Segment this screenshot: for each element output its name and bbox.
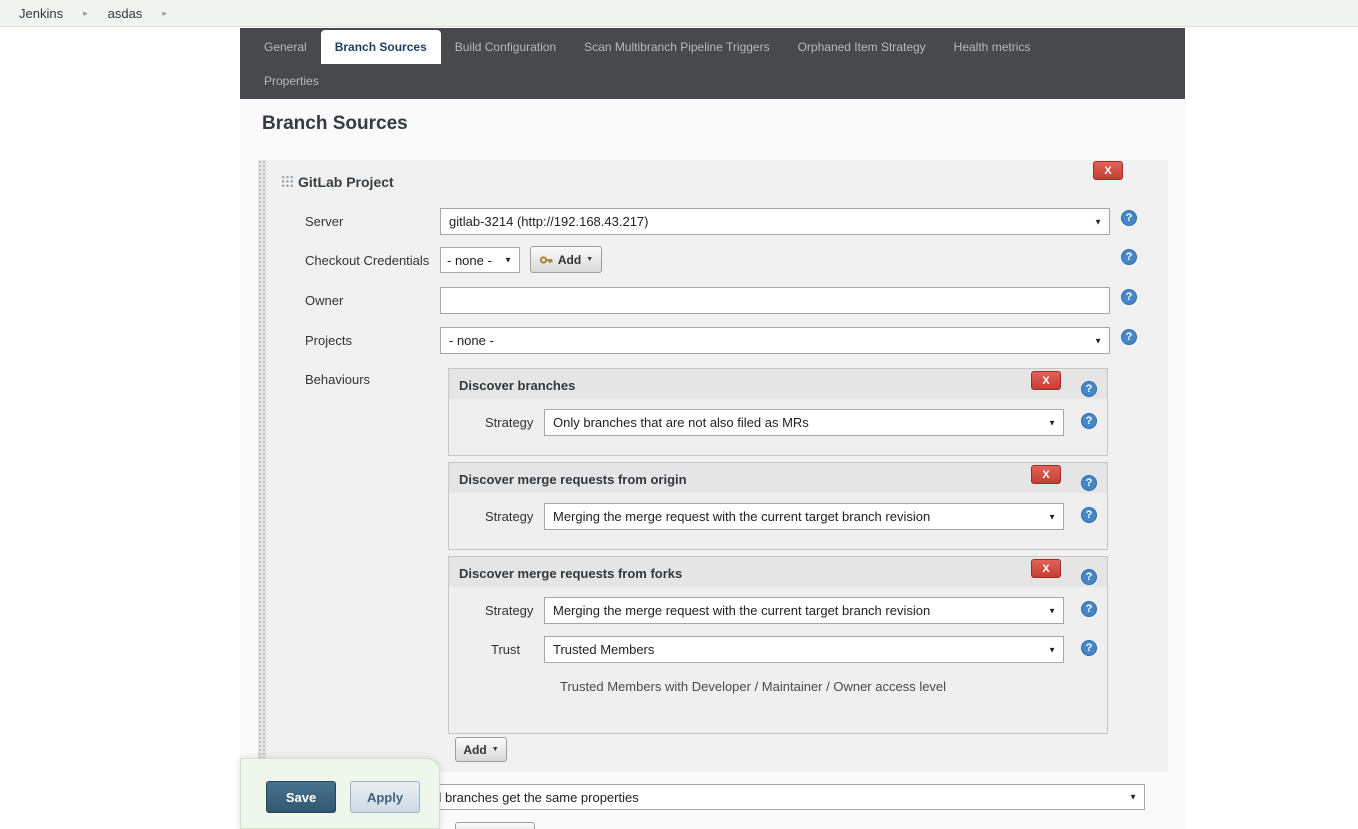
chevron-down-icon: ▼ bbox=[492, 746, 499, 753]
server-select[interactable]: gitlab-3214 (http://192.168.43.217) ▼ bbox=[440, 208, 1110, 235]
add-property-button-partial[interactable] bbox=[455, 822, 535, 829]
chevron-down-icon: ▼ bbox=[586, 256, 593, 263]
delete-discover-mr-origin-button[interactable]: X bbox=[1031, 465, 1061, 484]
behaviour-block-discover-mr-origin: Discover merge requests from origin X ? … bbox=[448, 462, 1108, 550]
add-credentials-label: Add bbox=[558, 253, 581, 267]
tab-build-configuration[interactable]: Build Configuration bbox=[441, 30, 570, 64]
delete-gitlab-project-button[interactable]: X bbox=[1093, 161, 1123, 180]
breadcrumb-item-jenkins[interactable]: Jenkins bbox=[19, 6, 63, 21]
strategy-help-icon[interactable]: ? bbox=[1081, 507, 1097, 523]
strategy-help-icon[interactable]: ? bbox=[1081, 413, 1097, 429]
tab-health-metrics[interactable]: Health metrics bbox=[940, 30, 1045, 64]
breadcrumb-separator-icon: ▸ bbox=[162, 8, 167, 19]
owner-help-icon[interactable]: ? bbox=[1121, 289, 1137, 305]
strategy-label: Strategy bbox=[485, 509, 533, 524]
tab-row-2: Properties bbox=[250, 66, 1185, 96]
breadcrumb-separator-icon: ▸ bbox=[83, 8, 88, 19]
tab-general[interactable]: General bbox=[250, 30, 321, 64]
trust-label: Trust bbox=[491, 642, 520, 657]
config-tab-bar: General Branch Sources Build Configurati… bbox=[240, 28, 1185, 99]
trust-select[interactable]: Trusted Members ▼ bbox=[544, 636, 1064, 663]
discover-branches-help-icon[interactable]: ? bbox=[1081, 381, 1097, 397]
content-area: Branch Sources GitLab Project X Server g… bbox=[240, 99, 1185, 829]
chevron-down-icon: ▼ bbox=[1094, 217, 1102, 226]
server-help-icon[interactable]: ? bbox=[1121, 210, 1137, 226]
behaviour-block-discover-branches: Discover branches X ? Strategy Only bran… bbox=[448, 368, 1108, 456]
tab-properties[interactable]: Properties bbox=[250, 66, 333, 96]
discover-mr-forks-help-icon[interactable]: ? bbox=[1081, 569, 1097, 585]
behaviour-block-title: Discover merge requests from forks bbox=[459, 566, 682, 581]
checkout-credentials-label: Checkout Credentials bbox=[305, 253, 429, 268]
jenkins-config-page: Jenkins ▸ asdas ▸ General Branch Sources… bbox=[0, 0, 1358, 829]
behaviours-label: Behaviours bbox=[305, 372, 370, 387]
tab-branch-sources[interactable]: Branch Sources bbox=[321, 30, 441, 64]
gitlab-project-panel: GitLab Project X Server gitlab-3214 (htt… bbox=[258, 160, 1168, 772]
breadcrumb: Jenkins ▸ asdas ▸ bbox=[0, 0, 1358, 27]
chevron-down-icon: ▼ bbox=[1048, 606, 1056, 615]
tab-scan-multibranch-pipeline-triggers[interactable]: Scan Multibranch Pipeline Triggers bbox=[570, 30, 783, 64]
chevron-down-icon: ▼ bbox=[1094, 336, 1102, 345]
checkout-credentials-value: - none - bbox=[447, 253, 492, 268]
apply-button[interactable]: Apply bbox=[350, 781, 420, 813]
chevron-down-icon: ▼ bbox=[504, 256, 512, 265]
tab-orphaned-item-strategy[interactable]: Orphaned Item Strategy bbox=[784, 30, 940, 64]
server-label: Server bbox=[305, 214, 343, 229]
discover-mr-origin-help-icon[interactable]: ? bbox=[1081, 475, 1097, 491]
property-strategy-value: All branches get the same properties bbox=[427, 790, 639, 805]
breadcrumb-item-asdas[interactable]: asdas bbox=[108, 6, 143, 21]
behaviour-block-title: Discover merge requests from origin bbox=[459, 472, 687, 487]
projects-label: Projects bbox=[305, 333, 352, 348]
discover-branches-strategy-select[interactable]: Only branches that are not also filed as… bbox=[544, 409, 1064, 436]
strategy-select-value: Merging the merge request with the curre… bbox=[553, 603, 930, 618]
tab-row-1: General Branch Sources Build Configurati… bbox=[250, 30, 1185, 64]
server-select-value: gitlab-3214 (http://192.168.43.217) bbox=[449, 214, 648, 229]
delete-discover-branches-button[interactable]: X bbox=[1031, 371, 1061, 390]
trust-select-value: Trusted Members bbox=[553, 642, 654, 657]
add-behaviour-button[interactable]: Add ▼ bbox=[455, 737, 507, 762]
checkout-credentials-help-icon[interactable]: ? bbox=[1121, 249, 1137, 265]
strategy-select-value: Merging the merge request with the curre… bbox=[553, 509, 930, 524]
strategy-label: Strategy bbox=[485, 603, 533, 618]
trust-note: Trusted Members with Developer / Maintai… bbox=[560, 679, 946, 694]
delete-discover-mr-forks-button[interactable]: X bbox=[1031, 559, 1061, 578]
behaviour-block-title: Discover branches bbox=[459, 378, 575, 393]
chevron-down-icon: ▼ bbox=[1129, 793, 1137, 802]
drag-handle-strip[interactable] bbox=[258, 160, 266, 772]
save-button[interactable]: Save bbox=[266, 781, 336, 813]
behaviour-block-discover-mr-forks: Discover merge requests from forks X ? S… bbox=[448, 556, 1108, 734]
discover-mr-origin-strategy-select[interactable]: Merging the merge request with the curre… bbox=[544, 503, 1064, 530]
gitlab-project-title: GitLab Project bbox=[298, 174, 394, 190]
projects-select[interactable]: - none - ▼ bbox=[440, 327, 1110, 354]
chevron-down-icon: ▼ bbox=[1048, 512, 1056, 521]
page-title: Branch Sources bbox=[262, 113, 408, 135]
projects-select-value: - none - bbox=[449, 333, 494, 348]
discover-mr-forks-strategy-select[interactable]: Merging the merge request with the curre… bbox=[544, 597, 1064, 624]
projects-help-icon[interactable]: ? bbox=[1121, 329, 1137, 345]
property-strategy-select[interactable]: All branches get the same properties ▼ bbox=[418, 784, 1145, 810]
strategy-help-icon[interactable]: ? bbox=[1081, 601, 1097, 617]
chevron-down-icon: ▼ bbox=[1048, 418, 1056, 427]
owner-label: Owner bbox=[305, 293, 343, 308]
add-credentials-button[interactable]: Add ▼ bbox=[530, 246, 602, 273]
key-icon bbox=[539, 253, 553, 267]
strategy-label: Strategy bbox=[485, 415, 533, 430]
add-behaviour-label: Add bbox=[463, 743, 486, 757]
checkout-credentials-select[interactable]: - none - ▼ bbox=[440, 247, 520, 273]
trust-help-icon[interactable]: ? bbox=[1081, 640, 1097, 656]
chevron-down-icon: ▼ bbox=[1048, 645, 1056, 654]
bottom-save-bar: Save Apply bbox=[240, 758, 440, 829]
strategy-select-value: Only branches that are not also filed as… bbox=[553, 415, 809, 430]
owner-input[interactable] bbox=[440, 287, 1110, 314]
drag-handle-icon[interactable] bbox=[281, 175, 294, 188]
